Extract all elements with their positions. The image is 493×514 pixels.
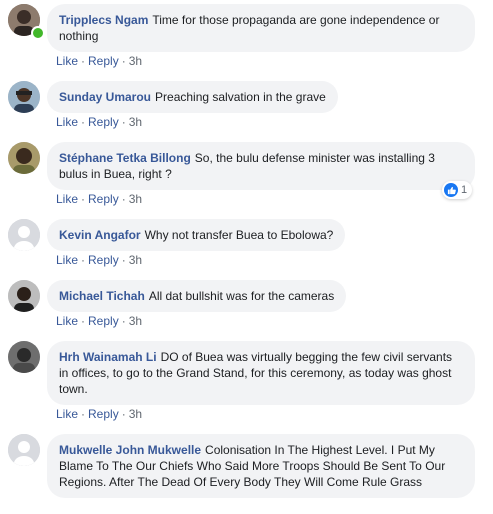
comment-author[interactable]: Tripplecs Ngam	[59, 13, 148, 27]
separator: ·	[121, 54, 126, 68]
like-link[interactable]: Like	[56, 115, 78, 129]
reply-link[interactable]: Reply	[88, 407, 119, 421]
reaction-count: 1	[461, 184, 468, 196]
comment-actions: Like · Reply · 3h	[56, 313, 142, 329]
separator: ·	[121, 407, 126, 421]
comment-bubble: Tripplecs Ngam Time for those propaganda …	[47, 4, 475, 52]
comment-bubble: Stéphane Tetka Billong So, the bulu defen…	[47, 142, 475, 190]
comment-bubble: Michael Tichah All dat bullshit was for t…	[47, 280, 347, 312]
like-link[interactable]: Like	[56, 192, 78, 206]
comment-timestamp[interactable]: 3h	[129, 407, 142, 421]
like-link[interactable]: Like	[56, 253, 78, 267]
separator: ·	[81, 54, 86, 68]
comment-actions: Like · Reply · 3h	[56, 252, 142, 268]
comment-bubble: Hrh Wainamah Li DO of Buea was virtually …	[47, 341, 475, 405]
online-status-indicator	[31, 26, 45, 40]
default-avatar[interactable]	[8, 434, 40, 466]
like-link[interactable]: Like	[56, 407, 78, 421]
comment-author[interactable]: Sunday Umarou	[59, 90, 151, 104]
thumbs-up-icon	[444, 183, 458, 197]
default-avatar[interactable]	[8, 219, 40, 251]
comment-bubble: Kevin Angafor Why not transfer Buea to Eb…	[47, 219, 346, 251]
comment-timestamp[interactable]: 3h	[129, 192, 142, 206]
separator: ·	[81, 115, 86, 129]
comment-text: Why not transfer Buea to Ebolowa?	[144, 228, 334, 242]
comment-author[interactable]: Stéphane Tetka Billong	[59, 151, 191, 165]
separator: ·	[121, 115, 126, 129]
avatar[interactable]	[8, 341, 40, 373]
separator: ·	[121, 192, 126, 206]
reply-link[interactable]: Reply	[88, 192, 119, 206]
comment-author[interactable]: Mukwelle John Mukwelle	[59, 443, 201, 457]
comment-timestamp[interactable]: 3h	[129, 314, 142, 328]
reply-link[interactable]: Reply	[88, 115, 119, 129]
reply-link[interactable]: Reply	[88, 314, 119, 328]
comment-timestamp[interactable]: 3h	[129, 54, 142, 68]
comment-author[interactable]: Michael Tichah	[59, 289, 145, 303]
comment-timestamp[interactable]: 3h	[129, 253, 142, 267]
reaction-count-badge[interactable]: 1	[442, 181, 473, 199]
separator: ·	[81, 253, 86, 267]
comment-timestamp[interactable]: 3h	[129, 115, 142, 129]
comment-bubble: Mukwelle John Mukwelle Colonisation In Th…	[47, 434, 475, 498]
comment-author[interactable]: Kevin Angafor	[59, 228, 141, 242]
separator: ·	[121, 253, 126, 267]
comment-bubble: Sunday Umarou Preaching salvation in the …	[47, 81, 338, 113]
comment-actions: Like · Reply · 3h	[56, 114, 142, 130]
separator: ·	[121, 314, 126, 328]
separator: ·	[81, 314, 86, 328]
reply-link[interactable]: Reply	[88, 54, 119, 68]
comment-actions: Like · Reply · 3h	[56, 406, 142, 422]
like-link[interactable]: Like	[56, 314, 78, 328]
like-link[interactable]: Like	[56, 54, 78, 68]
comment-actions: Like · Reply · 3h	[56, 191, 142, 207]
separator: ·	[81, 407, 86, 421]
comment-text: Preaching salvation in the grave	[155, 90, 326, 104]
comment-actions: Like · Reply · 3h	[56, 53, 142, 69]
avatar[interactable]	[8, 280, 40, 312]
avatar[interactable]	[8, 142, 40, 174]
separator: ·	[81, 192, 86, 206]
comment-text: All dat bullshit was for the cameras	[148, 289, 335, 303]
avatar[interactable]	[8, 81, 40, 113]
comment-author[interactable]: Hrh Wainamah Li	[59, 350, 157, 364]
reply-link[interactable]: Reply	[88, 253, 119, 267]
